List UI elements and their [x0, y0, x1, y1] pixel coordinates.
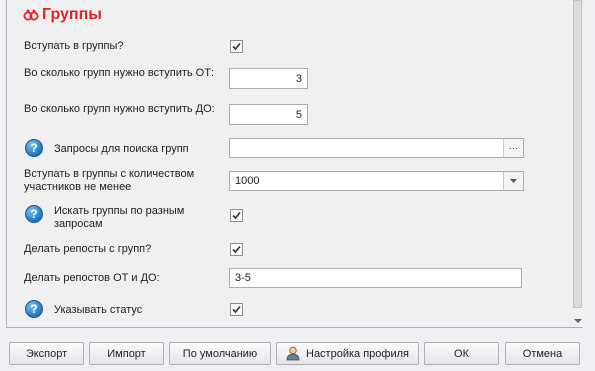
- import-button[interactable]: Импорт: [89, 342, 164, 365]
- set-status-checkbox[interactable]: [230, 303, 243, 316]
- profile-settings-button[interactable]: Настройка профиля: [276, 342, 419, 365]
- groups-icon: [23, 9, 39, 21]
- help-icon[interactable]: ?: [25, 300, 43, 318]
- browse-button[interactable]: ···: [503, 139, 523, 157]
- search-by-queries-checkbox[interactable]: [230, 209, 243, 222]
- groups-to-label: Во сколько групп нужно вступить ДО:: [24, 103, 215, 115]
- min-members-value: 1000: [235, 175, 260, 187]
- chevron-down-icon: [510, 179, 517, 183]
- help-icon[interactable]: ?: [25, 139, 43, 157]
- search-queries-label: Запросы для поиска групп: [54, 143, 189, 155]
- reposts-label: Делать репосты с групп?: [24, 243, 152, 255]
- check-icon: [232, 305, 241, 314]
- profile-settings-label: Настройка профиля: [306, 347, 409, 360]
- check-icon: [232, 245, 241, 254]
- groups-to-input[interactable]: 5: [229, 104, 308, 125]
- scrollbar-thumb[interactable]: [573, 0, 582, 308]
- defaults-button[interactable]: По умолчанию: [169, 342, 271, 365]
- reposts-range-label: Делать репостов ОТ и ДО:: [24, 272, 160, 284]
- settings-panel: Группы Вступать в группы? Во сколько гру…: [6, 0, 584, 328]
- groups-from-label: Во сколько групп нужно вступить ОТ:: [24, 67, 215, 79]
- ok-button[interactable]: ОК: [424, 342, 499, 365]
- reposts-checkbox[interactable]: [230, 243, 243, 256]
- search-by-queries-label: Искать группы по разным запросам: [54, 205, 185, 230]
- export-button[interactable]: Экспорт: [9, 342, 84, 365]
- reposts-range-input[interactable]: 3-5: [229, 268, 522, 288]
- min-members-label: Вступать в группы с количеством участник…: [24, 168, 195, 193]
- scroll-down-arrow-icon[interactable]: [574, 319, 582, 323]
- vertical-scrollbar[interactable]: [571, 0, 584, 327]
- dropdown-button[interactable]: [503, 172, 523, 190]
- min-members-select[interactable]: 1000: [229, 171, 524, 191]
- cancel-button[interactable]: Отмена: [505, 342, 580, 365]
- section-title: Группы: [23, 6, 102, 24]
- user-icon: [286, 346, 300, 361]
- check-icon: [232, 211, 241, 220]
- section-title-text: Группы: [42, 6, 102, 23]
- search-queries-input[interactable]: ···: [229, 138, 524, 158]
- groups-from-input[interactable]: 3: [229, 68, 308, 89]
- check-icon: [232, 42, 241, 51]
- set-status-label: Указывать статус: [54, 304, 143, 316]
- join-groups-label: Вступать в группы?: [24, 40, 124, 52]
- join-groups-checkbox[interactable]: [230, 40, 243, 53]
- help-icon[interactable]: ?: [25, 205, 43, 223]
